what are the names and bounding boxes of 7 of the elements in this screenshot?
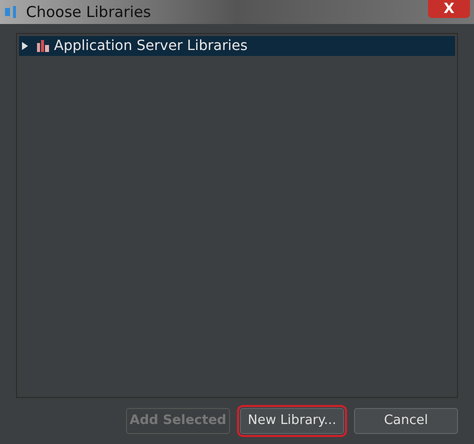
expand-arrow-icon[interactable] <box>21 42 29 50</box>
tree-row[interactable]: Application Server Libraries <box>19 36 455 56</box>
dialog-button[interactable]: Cancel <box>354 408 458 434</box>
library-icon <box>37 40 50 52</box>
close-button[interactable]: X <box>428 0 470 18</box>
dialog-button[interactable]: New Library... <box>240 408 344 434</box>
window-title: Choose Libraries <box>26 2 151 23</box>
